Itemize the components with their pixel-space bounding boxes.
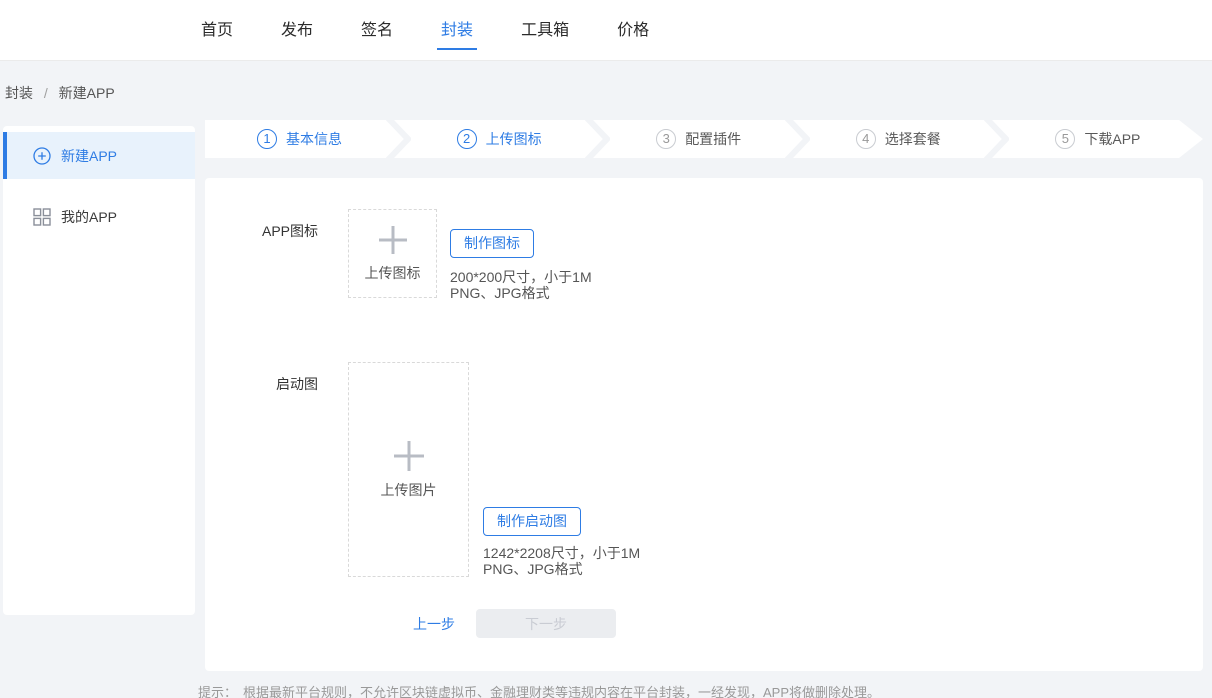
notice-label: 提示： bbox=[198, 685, 237, 698]
step-basic-info[interactable]: 1 基本信息 bbox=[205, 120, 405, 158]
step-number: 4 bbox=[856, 129, 876, 149]
top-nav: 首页 发布 签名 封装 工具箱 价格 bbox=[0, 0, 1212, 61]
nav-tab-sign[interactable]: 签名 bbox=[360, 14, 394, 46]
step-label: 选择套餐 bbox=[885, 129, 941, 149]
plus-icon bbox=[392, 439, 426, 473]
nav-tab-home[interactable]: 首页 bbox=[200, 14, 234, 46]
step-select-plan[interactable]: 4 选择套餐 bbox=[804, 120, 1004, 158]
nav-tab-publish[interactable]: 发布 bbox=[280, 14, 314, 46]
plus-circle-icon bbox=[33, 147, 51, 165]
main-column: 1 基本信息 2 上传图标 3 配置插件 4 选择套餐 5 下载APP bbox=[205, 120, 1203, 671]
wizard-stepper: 1 基本信息 2 上传图标 3 配置插件 4 选择套餐 5 下载APP bbox=[205, 120, 1203, 158]
step-download-app[interactable]: 5 下载APP bbox=[1003, 120, 1203, 158]
wizard-footer: 上一步 下一步 bbox=[413, 609, 1203, 638]
breadcrumb-current: 新建APP bbox=[59, 85, 115, 101]
sidebar-item-my-app[interactable]: 我的APP bbox=[3, 193, 195, 240]
app-icon-row: APP图标 上传图标 制作图标 200*200尺寸，小于1M PNG、JPG格式 bbox=[205, 209, 1203, 301]
sidebar-item-label: 我的APP bbox=[61, 207, 117, 227]
plus-icon bbox=[377, 224, 409, 256]
breadcrumb: 封装 / 新建APP bbox=[0, 61, 1212, 120]
spec-format: PNG、JPG格式 bbox=[450, 285, 592, 301]
prev-step-link[interactable]: 上一步 bbox=[413, 614, 455, 634]
app-icon-label: APP图标 bbox=[205, 209, 348, 301]
grid-icon bbox=[33, 208, 51, 226]
sidebar-item-label: 新建APP bbox=[61, 146, 117, 166]
content-area: 新建APP 我的APP 1 基本信息 2 上传图标 bbox=[0, 120, 1212, 671]
step-upload-icon[interactable]: 2 上传图标 bbox=[405, 120, 605, 158]
app-icon-spec: 200*200尺寸，小于1M PNG、JPG格式 bbox=[450, 269, 592, 301]
launch-image-upload-box[interactable]: 上传图片 bbox=[348, 362, 469, 577]
launch-image-label: 启动图 bbox=[205, 362, 348, 577]
nav-tab-price[interactable]: 价格 bbox=[616, 14, 650, 46]
breadcrumb-section[interactable]: 封装 bbox=[5, 85, 33, 101]
upload-hint: 上传图标 bbox=[365, 263, 421, 283]
nav-tab-package[interactable]: 封装 bbox=[440, 14, 474, 46]
sidebar: 新建APP 我的APP bbox=[3, 126, 195, 615]
make-icon-button[interactable]: 制作图标 bbox=[450, 229, 534, 258]
upload-form-panel: APP图标 上传图标 制作图标 200*200尺寸，小于1M PNG、JPG格式 bbox=[205, 178, 1203, 671]
launch-image-aside: 制作启动图 1242*2208尺寸，小于1M PNG、JPG格式 bbox=[483, 507, 640, 577]
step-label: 下载APP bbox=[1084, 129, 1140, 149]
step-label: 上传图标 bbox=[486, 129, 542, 149]
notice-text: 根据最新平台规则，不允许区块链虚拟币、金融理财类等违规内容在平台封装，一经发现，… bbox=[243, 685, 880, 698]
step-configure-plugin[interactable]: 3 配置插件 bbox=[604, 120, 804, 158]
step-number: 5 bbox=[1055, 129, 1075, 149]
launch-image-row: 启动图 上传图片 制作启动图 1242*2208尺寸，小于1M PNG、JPG格… bbox=[205, 362, 1203, 577]
app-icon-aside: 制作图标 200*200尺寸，小于1M PNG、JPG格式 bbox=[450, 209, 592, 301]
step-number: 2 bbox=[457, 129, 477, 149]
nav-tab-toolbox[interactable]: 工具箱 bbox=[520, 14, 570, 46]
spec-size: 200*200尺寸，小于1M bbox=[450, 269, 592, 285]
step-label: 配置插件 bbox=[685, 129, 741, 149]
launch-image-spec: 1242*2208尺寸，小于1M PNG、JPG格式 bbox=[483, 545, 640, 577]
sidebar-item-new-app[interactable]: 新建APP bbox=[3, 132, 195, 179]
step-label: 基本信息 bbox=[286, 129, 342, 149]
spec-size: 1242*2208尺寸，小于1M bbox=[483, 545, 640, 561]
next-step-button[interactable]: 下一步 bbox=[476, 609, 616, 638]
step-number: 3 bbox=[656, 129, 676, 149]
step-number: 1 bbox=[257, 129, 277, 149]
upload-hint: 上传图片 bbox=[381, 480, 437, 500]
platform-notice: 提示： 根据最新平台规则，不允许区块链虚拟币、金融理财类等违规内容在平台封装，一经… bbox=[198, 682, 1212, 698]
make-launch-image-button[interactable]: 制作启动图 bbox=[483, 507, 581, 536]
spec-format: PNG、JPG格式 bbox=[483, 561, 640, 577]
app-icon-upload-box[interactable]: 上传图标 bbox=[348, 209, 437, 298]
breadcrumb-separator: / bbox=[44, 85, 48, 101]
